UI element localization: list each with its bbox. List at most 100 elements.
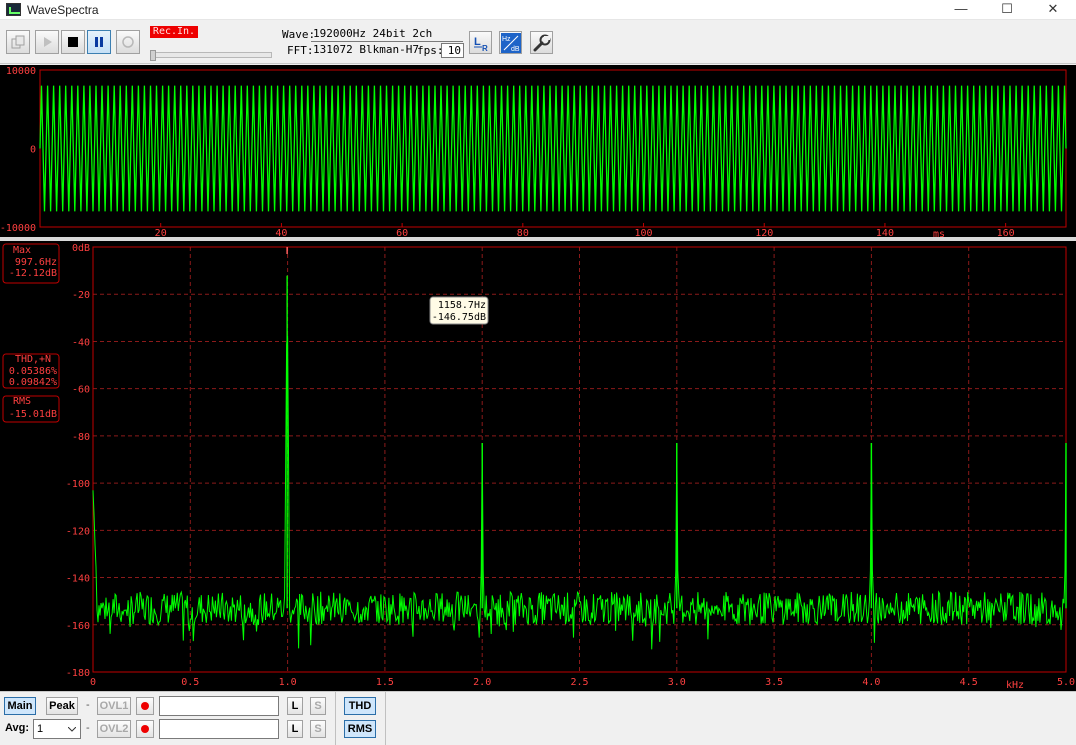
device-icon bbox=[11, 35, 25, 49]
play-button[interactable] bbox=[35, 30, 59, 54]
device-settings-button[interactable] bbox=[6, 30, 30, 54]
close-button[interactable]: ✕ bbox=[1030, 0, 1076, 20]
divider bbox=[385, 692, 386, 745]
stop-button[interactable] bbox=[61, 30, 85, 54]
record-button[interactable] bbox=[116, 30, 140, 54]
waveform-y-tick-label: -10000 bbox=[0, 223, 36, 234]
spectrum-y-tick-label: -160 bbox=[66, 621, 90, 632]
spectrum-x-tick-label: 2.0 bbox=[473, 677, 491, 688]
ovl2-load-button[interactable]: L bbox=[287, 720, 303, 738]
waveform-x-tick-label: 160 bbox=[997, 228, 1015, 237]
chevron-down-icon bbox=[68, 727, 76, 732]
thd-button[interactable]: THD bbox=[344, 697, 376, 715]
svg-text:Hz: Hz bbox=[502, 36, 511, 43]
wave-format-display: 192000Hz 24bit 2ch bbox=[311, 27, 463, 42]
separator: - bbox=[86, 722, 90, 734]
play-icon bbox=[44, 37, 52, 47]
spectrum-x-tick-label: 0.5 bbox=[181, 677, 199, 688]
spectrum-x-tick-label: 1.0 bbox=[279, 677, 297, 688]
waveform-trace bbox=[39, 85, 1067, 212]
spectrum-y-tick-label: 0dB bbox=[72, 243, 90, 254]
wrench-icon bbox=[533, 34, 550, 51]
fft-label: FFT: bbox=[287, 44, 314, 57]
spectrum-x-tick-label: 5.0 bbox=[1057, 677, 1075, 688]
avg-select[interactable]: 1 bbox=[33, 719, 81, 739]
lr-channel-button[interactable]: LR bbox=[469, 31, 492, 54]
spectrum-x-tick-label: 3.5 bbox=[765, 677, 783, 688]
waveform-x-unit: ms bbox=[933, 229, 945, 237]
rec-input-label: Rec.In. bbox=[150, 26, 198, 38]
thd-label: THD,+N bbox=[15, 354, 51, 365]
ovl2-record-button[interactable] bbox=[136, 720, 154, 738]
rms-label: RMS bbox=[13, 396, 31, 407]
divider bbox=[335, 692, 336, 745]
separator: - bbox=[86, 699, 90, 711]
ovl1-record-button[interactable] bbox=[136, 697, 154, 715]
waveform-x-tick-label: 20 bbox=[155, 228, 167, 237]
ovl2-name-field[interactable] bbox=[159, 719, 279, 739]
fps-label: fps: bbox=[417, 44, 444, 57]
spectrum-x-tick-label: 1.5 bbox=[376, 677, 394, 688]
ovl2-save-button[interactable]: S bbox=[310, 720, 326, 738]
svg-text:L: L bbox=[474, 36, 481, 48]
ovl1-load-button[interactable]: L bbox=[287, 697, 303, 715]
spectrum-x-tick-label: 3.0 bbox=[668, 677, 686, 688]
hz-db-scale-button[interactable]: Hz dB bbox=[499, 31, 522, 54]
max-label: Max bbox=[13, 245, 31, 256]
pause-button[interactable] bbox=[87, 30, 111, 54]
rms-button[interactable]: RMS bbox=[344, 720, 376, 738]
app-icon bbox=[6, 3, 21, 16]
input-level-slider[interactable] bbox=[150, 50, 272, 61]
window-title: WaveSpectra bbox=[27, 3, 99, 17]
waveform-x-tick-label: 80 bbox=[517, 228, 529, 237]
peak-button[interactable]: Peak bbox=[46, 697, 78, 715]
avg-value: 1 bbox=[37, 723, 44, 735]
fps-field[interactable]: 10 bbox=[441, 43, 464, 58]
waveform-panel[interactable]: 10000 0 -10000 20 40 60 80 100 120 140 160 ms bbox=[0, 65, 1076, 240]
spectrum-x-unit: kHz bbox=[1006, 680, 1024, 691]
spectrum-y-tick-label: -80 bbox=[72, 432, 90, 443]
spectrum-y-tick-label: -140 bbox=[66, 574, 90, 585]
waveform-x-tick-label: 140 bbox=[876, 228, 894, 237]
max-frequency-value: 997.6Hz bbox=[15, 257, 57, 268]
spectrum-y-tick-label: -20 bbox=[72, 290, 90, 301]
record-icon bbox=[122, 36, 134, 48]
spectrum-y-tick-label: -120 bbox=[66, 526, 90, 537]
ovl1-save-button[interactable]: S bbox=[310, 697, 326, 715]
spectrum-y-tick-label: -100 bbox=[66, 479, 90, 490]
spectrum-panel[interactable]: 0dB -20 -40 -60 -80 -100 -120 -140 -160 -180 0 0.5 1… bbox=[0, 241, 1076, 691]
svg-text:dB: dB bbox=[511, 46, 520, 53]
spectrum-chart[interactable]: 0dB -20 -40 -60 -80 -100 -120 -140 -160 -1800 0.5 1… bbox=[0, 241, 1076, 691]
waveform-x-tick-label: 100 bbox=[634, 228, 652, 237]
ovl1-name-field[interactable] bbox=[159, 696, 279, 716]
thdn-value: 0.09842% bbox=[9, 377, 57, 388]
spectrum-x-tick-label: 4.5 bbox=[960, 677, 978, 688]
spectrum-y-tick-label: -60 bbox=[72, 385, 90, 396]
main-button[interactable]: Main bbox=[4, 697, 36, 715]
avg-label: Avg: bbox=[5, 722, 30, 734]
spectrum-x-tick-label: 4.0 bbox=[862, 677, 880, 688]
waveform-chart[interactable]: 10000 0 -10000 20 40 60 80 100 120 140 160 ms bbox=[0, 65, 1076, 240]
spectrum-x-tick-label: 0 bbox=[90, 677, 96, 688]
maximize-button[interactable]: ☐ bbox=[984, 0, 1030, 20]
hz-db-icon: HzdB bbox=[500, 32, 521, 53]
spectrum-x-tick-label: 2.5 bbox=[570, 677, 588, 688]
spectrum-y-tick-label: -40 bbox=[72, 337, 90, 348]
settings-button[interactable] bbox=[530, 31, 553, 54]
waveform-x-tick-label: 40 bbox=[275, 228, 287, 237]
waveform-x-tick-label: 120 bbox=[755, 228, 773, 237]
thd-value: 0.05386% bbox=[9, 366, 57, 377]
waveform-x-tick-label: 60 bbox=[396, 228, 408, 237]
max-level-value: -12.12dB bbox=[9, 268, 57, 279]
waveform-y-tick-label: 0 bbox=[30, 145, 36, 156]
slider-thumb[interactable] bbox=[150, 50, 156, 61]
ovl1-button[interactable]: OVL1 bbox=[97, 697, 131, 715]
cursor-frequency-value: 1158.7Hz bbox=[438, 300, 486, 311]
spectrum-y-tick-label: -180 bbox=[66, 668, 90, 679]
ovl2-button[interactable]: OVL2 bbox=[97, 720, 131, 738]
toolbar: Rec.In. Wave: 192000Hz 24bit 2ch FFT: 13… bbox=[0, 20, 1076, 64]
cursor-level-value: -146.75dB bbox=[432, 312, 486, 323]
minimize-button[interactable]: — bbox=[938, 0, 984, 20]
rms-value: -15.01dB bbox=[9, 409, 57, 420]
stop-icon bbox=[68, 37, 78, 47]
